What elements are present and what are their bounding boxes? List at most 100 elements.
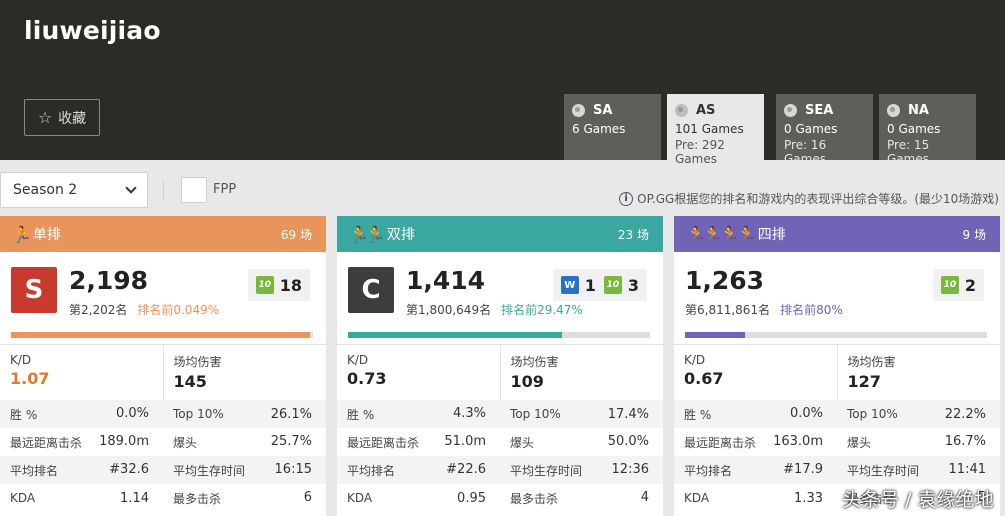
stat-row: 胜 % 4.3% Top 10% 17.4% xyxy=(337,400,663,428)
rank-progress-fill xyxy=(348,332,563,338)
stat-label: 平均生存时间 xyxy=(847,463,920,478)
rating-value: 2,198 xyxy=(69,266,149,295)
mode-card-header: 🏃🏃 双排 23 场 xyxy=(337,216,663,252)
stat-value: 11:41 xyxy=(948,461,986,477)
kd-value: 0.73 xyxy=(347,369,387,388)
rank-progress-bar xyxy=(685,332,987,338)
rating-value: 1,414 xyxy=(406,266,486,295)
stat-row: 平均排名 #17.9 平均生存时间 11:41 xyxy=(674,456,1000,484)
stat-value: 1.33 xyxy=(794,490,823,506)
stat-value: 4 xyxy=(640,489,649,505)
favorite-button[interactable]: ☆ 收藏 xyxy=(24,99,100,136)
divider xyxy=(163,180,164,200)
stat-label: 平均生存时间 xyxy=(510,463,583,478)
stat-value: 0.0% xyxy=(115,405,149,421)
season-select[interactable]: Season 2 xyxy=(0,172,148,208)
stat-value: 16:15 xyxy=(274,461,312,477)
wins-badge: W1 xyxy=(560,275,596,295)
stat-label: KDA xyxy=(347,490,373,505)
stat-value: 1.14 xyxy=(120,490,149,506)
rank-percentile: 排名前0.049% xyxy=(137,303,220,317)
region-tab-as[interactable]: AS 101 Games Pre: 292 Games xyxy=(667,94,764,166)
stat-label: KDA xyxy=(10,490,36,505)
rank-percentile: 排名前80% xyxy=(780,303,843,317)
rating-panel: 1,263 第6,811,861名 排名前80% 10 2 xyxy=(674,252,1000,344)
stat-value: 6 xyxy=(303,489,312,505)
stat-label: 平均生存时间 xyxy=(173,463,246,478)
rank-line: 第2,202名 排名前0.049% xyxy=(69,301,219,318)
runner-icon: 🏃🏃 xyxy=(349,224,386,244)
rank-progress-fill xyxy=(685,332,746,338)
damage-value: 127 xyxy=(847,372,881,391)
stat-value: 189.0m xyxy=(99,433,149,449)
stat-value: 12:36 xyxy=(611,461,649,477)
stat-label: Top 10% xyxy=(847,406,898,421)
top10-badge: 10 3 xyxy=(603,275,639,295)
season-value: Season 2 xyxy=(13,182,78,198)
globe-icon xyxy=(887,103,900,117)
region-tab-sa[interactable]: SA 6 Games xyxy=(564,94,661,160)
mode-card: 🏃 单排 69 场 S 2,198 第2,202名 排名前0.049% 10 18 K/D 1.07… xyxy=(0,216,326,516)
rating-panel: C 1,414 第1,800,649名 排名前29.47% W 1 10 3 xyxy=(337,252,663,344)
stat-label: 胜 % xyxy=(684,407,712,422)
kd-label: K/D xyxy=(684,353,706,367)
stat-label: 爆头 xyxy=(510,435,535,450)
damage-label: 场均伤害 xyxy=(510,355,559,369)
region-pre-games: Pre: 16 Games xyxy=(784,138,827,166)
stat-table: 胜 % 4.3% Top 10% 17.4% 最远距离击杀 51.0m 爆头 50.0% 平均排… xyxy=(337,400,663,512)
region-code: AS xyxy=(696,102,716,118)
mode-title: 四排 xyxy=(757,227,786,243)
primary-stats: K/D 0.67 场均伤害 127 xyxy=(674,344,1000,400)
top10-badge: 10 18 xyxy=(255,276,302,295)
rank-progress-bar xyxy=(11,332,313,338)
stat-label: 最远距离击杀 xyxy=(347,435,420,450)
kd-value: 1.07 xyxy=(10,369,50,388)
top10-badge: 10 2 xyxy=(940,276,976,295)
region-games: 0 Games xyxy=(784,122,838,136)
damage-value: 109 xyxy=(510,372,544,391)
username: liuweijiao xyxy=(24,16,161,45)
kd-label: K/D xyxy=(10,353,32,367)
stat-label: 平均排名 xyxy=(347,463,396,478)
favorite-label: 收藏 xyxy=(58,110,87,127)
stat-row: 胜 % 0.0% Top 10% 26.1% xyxy=(0,400,326,428)
fpp-checkbox[interactable] xyxy=(181,177,207,203)
winner-icon: W xyxy=(560,276,579,294)
stat-value: 163.0m xyxy=(773,433,823,449)
top10-count: 3 xyxy=(627,275,639,295)
stat-row: KDA 1.14 最多击杀 6 xyxy=(0,484,326,512)
chevron-down-icon xyxy=(125,182,137,194)
stat-label: 最多击杀 xyxy=(173,491,222,506)
region-code: SEA xyxy=(805,102,834,118)
info-icon: i xyxy=(619,191,634,206)
games-count: 23 场 xyxy=(617,227,649,242)
damage-value: 145 xyxy=(173,372,207,391)
stat-value: #32.6 xyxy=(109,461,149,477)
damage-label: 场均伤害 xyxy=(847,355,896,369)
region-code: NA xyxy=(908,102,929,118)
region-tab-sea[interactable]: SEA 0 Games Pre: 16 Games xyxy=(776,94,873,166)
kd-label: K/D xyxy=(347,353,369,367)
top10-icon: 10 xyxy=(255,276,274,294)
runner-icon: 🏃🏃🏃🏃 xyxy=(686,224,757,244)
rank-line: 第1,800,649名 排名前29.47% xyxy=(406,301,583,318)
stat-value: 51.0m xyxy=(444,433,486,449)
region-pre-games: Pre: 292 Games xyxy=(675,138,725,166)
stat-value: 16.7% xyxy=(944,433,986,449)
achievement-badges: 10 2 xyxy=(932,269,984,301)
globe-icon xyxy=(675,103,688,117)
stat-label: KDA xyxy=(684,490,710,505)
region-games: 6 Games xyxy=(572,122,626,136)
stat-table: 胜 % 0.0% Top 10% 26.1% 最远距离击杀 189.0m 爆头 25.7% 平均… xyxy=(0,400,326,512)
runner-icon: 🏃 xyxy=(12,224,32,244)
stat-value: 25.7% xyxy=(270,433,312,449)
stat-value: #17.9 xyxy=(783,461,823,477)
region-tab-na[interactable]: NA 0 Games Pre: 15 Games xyxy=(879,94,976,166)
stat-value: #22.6 xyxy=(446,461,486,477)
tier-icon: S xyxy=(11,267,57,313)
rank-progress-bar xyxy=(348,332,650,338)
info-text: OP.GG根据您的排名和游戏内的表现评出综合等级。(最少10场游戏) xyxy=(637,192,999,206)
rank-position: 第2,202名 xyxy=(69,303,128,317)
stat-label: 最远距离击杀 xyxy=(10,435,83,450)
wins-count: 1 xyxy=(584,275,596,295)
